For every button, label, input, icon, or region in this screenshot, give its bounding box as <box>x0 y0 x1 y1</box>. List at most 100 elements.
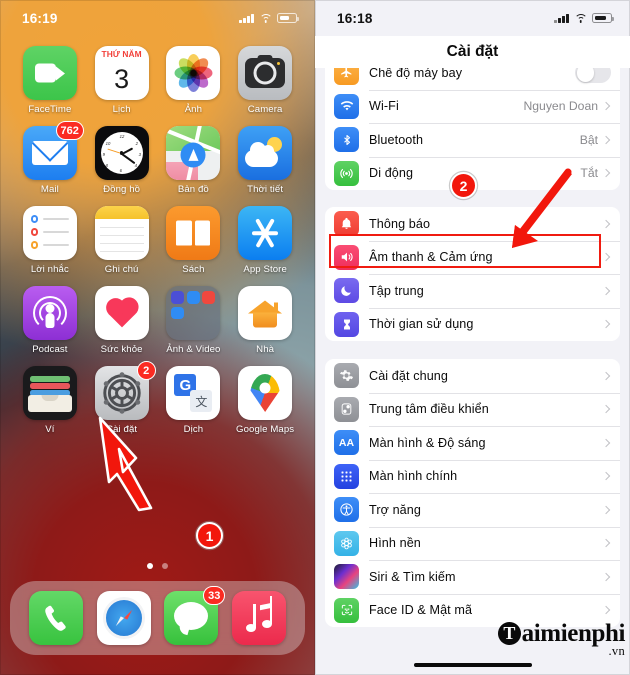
books-icon <box>166 206 221 260</box>
app-label: Dịch <box>183 424 204 435</box>
app-icon-settings[interactable]: 2 Cài đặt <box>86 361 158 435</box>
app-icon-books[interactable]: Sách <box>158 206 230 275</box>
settings-icon-wrap: 2 <box>94 361 156 420</box>
app-label: Lời nhắc <box>30 264 69 275</box>
podcasts-icon-wrap <box>22 286 77 340</box>
phone-icon-wrap <box>28 591 83 645</box>
app-label: Thời tiết <box>247 184 284 195</box>
app-label: Đồng hồ <box>103 184 141 195</box>
folder-icon-wrap <box>166 286 221 340</box>
dock-item-phone[interactable] <box>28 591 83 645</box>
app-icon-health[interactable]: Sức khỏe <box>86 286 158 355</box>
page-indicator-dots[interactable] <box>0 563 315 569</box>
annotation-badge-1: 1 <box>196 522 223 549</box>
app-label: Lịch <box>112 104 131 115</box>
calendar-weekday: THỨ NĂM <box>101 48 142 59</box>
status-bar-time: 16:19 <box>22 10 58 26</box>
notes-icon <box>94 206 149 260</box>
app-icon-wallet[interactable]: Ví <box>14 366 86 435</box>
handset-glyph <box>45 605 66 631</box>
google-maps-icon-wrap <box>238 366 293 420</box>
app-icon-notes[interactable]: Ghi chú <box>86 206 158 275</box>
chevron-right-icon <box>601 102 611 111</box>
app-icon-camera[interactable]: Camera <box>229 46 301 115</box>
settings-row-general[interactable]: Cài đặt chung <box>325 359 620 393</box>
app-label: Sức khỏe <box>100 344 143 355</box>
app-icon-podcasts[interactable]: Podcast <box>14 286 86 355</box>
app-icon-google-maps[interactable]: Google Maps <box>229 366 301 435</box>
notifications-bell-icon <box>334 211 359 237</box>
chevron-right-icon <box>601 371 611 380</box>
cellular-signal-icon <box>239 13 254 23</box>
settings-row-accessibility[interactable]: Trợ năng <box>325 493 620 527</box>
dock-item-messages[interactable]: 33 <box>164 586 226 645</box>
app-icon-mail[interactable]: 762 Mail <box>14 121 86 195</box>
app-icon-weather[interactable]: Thời tiết <box>229 126 301 195</box>
settings-row-control-center[interactable]: Trung tâm điều khiển <box>325 392 620 427</box>
settings-row-display-brightness[interactable]: AA Màn hình & Độ sáng <box>325 426 620 460</box>
health-icon <box>94 286 149 340</box>
app-icon-app-store[interactable]: App Store <box>229 206 301 275</box>
dock-item-music[interactable] <box>232 591 287 645</box>
home-indicator[interactable] <box>413 662 532 667</box>
chevron-right-icon <box>601 320 611 329</box>
app-icon-reminders[interactable]: Lời nhắc <box>14 206 86 275</box>
highlight-box-sounds-haptics <box>329 234 601 268</box>
photos-icon-wrap <box>166 46 221 100</box>
app-icon-photos[interactable]: Ảnh <box>158 46 230 115</box>
app-folder-photos-video[interactable]: Ảnh & Video <box>158 286 230 355</box>
settings-row-bluetooth[interactable]: Bluetooth Bật <box>325 123 620 157</box>
settings-row-siri-search[interactable]: Siri & Tìm kiếm <box>325 560 620 594</box>
chevron-right-icon <box>601 135 611 144</box>
camera-icon <box>238 46 293 100</box>
focus-moon-icon <box>334 278 359 304</box>
siri-icon <box>334 564 359 590</box>
app-icon-home[interactable]: Nhà <box>229 286 301 355</box>
books-icon-wrap <box>166 206 221 260</box>
status-bar-time: 16:18 <box>337 10 373 26</box>
maps-icon <box>166 126 221 180</box>
settings-row-label: Face ID & Mật mã <box>369 603 473 618</box>
battery-icon <box>277 13 299 23</box>
chevron-right-icon <box>601 505 611 514</box>
settings-row-home-screen[interactable]: Màn hình chính <box>325 459 620 494</box>
settings-row-screen-time[interactable]: Thời gian sử dụng <box>325 307 620 342</box>
left-status-bar: 16:19 <box>0 0 315 36</box>
settings-row-focus[interactable]: Tập trung <box>325 274 620 308</box>
page-dot-active[interactable] <box>147 563 153 569</box>
chevron-right-icon <box>601 169 611 178</box>
app-label: Ghi chú <box>104 264 139 275</box>
translate-icon-wrap: G文 <box>166 366 221 420</box>
badge-count: 33 <box>203 586 226 605</box>
bluetooth-icon <box>334 127 359 153</box>
calendar-icon-wrap: THỨ NĂM 3 <box>94 46 149 100</box>
facetime-icon-wrap <box>22 46 77 100</box>
chevron-right-icon <box>601 219 611 228</box>
folder-icon <box>166 286 221 340</box>
settings-row-label: Trung tâm điều khiển <box>369 402 489 417</box>
gear-glyph <box>102 372 141 414</box>
general-gear-icon <box>334 363 359 389</box>
phone-icon <box>28 591 83 645</box>
app-icon-translate[interactable]: G文 Dịch <box>158 366 230 435</box>
annotation-badge-2: 2 <box>450 172 477 199</box>
settings-row-wifi[interactable]: Wi-Fi Nguyen Doan <box>325 89 620 124</box>
settings-list-scroll[interactable]: Chế độ máy bay Wi-Fi Nguyen Doan Bluetoo… <box>315 56 630 675</box>
app-icon-facetime[interactable]: FaceTime <box>14 46 86 115</box>
app-icon-clock[interactable]: 12 2 3 4 6 8 9 10 Đồng hồ <box>86 126 158 195</box>
page-dot[interactable] <box>162 563 168 569</box>
app-icon-maps[interactable]: Bản đồ <box>158 126 230 195</box>
clock-icon-wrap: 12 2 3 4 6 8 9 10 <box>94 126 149 180</box>
settings-row-wallpaper[interactable]: Hình nền <box>325 526 620 561</box>
chevron-right-icon <box>601 606 611 615</box>
settings-row-label: Cài đặt chung <box>369 368 449 383</box>
safari-icon-wrap <box>96 591 151 645</box>
photos-icon <box>166 46 221 100</box>
dock-item-safari[interactable] <box>96 591 151 645</box>
app-icon-calendar[interactable]: THỨ NĂM 3 Lịch <box>86 46 158 115</box>
app-label: Cài đặt <box>106 424 138 435</box>
settings-row-label: Màn hình chính <box>369 469 458 484</box>
status-bar-indicators <box>239 13 299 23</box>
screen-time-icon <box>334 311 359 337</box>
settings-group-connectivity: Chế độ máy bay Wi-Fi Nguyen Doan Bluetoo… <box>325 56 620 190</box>
